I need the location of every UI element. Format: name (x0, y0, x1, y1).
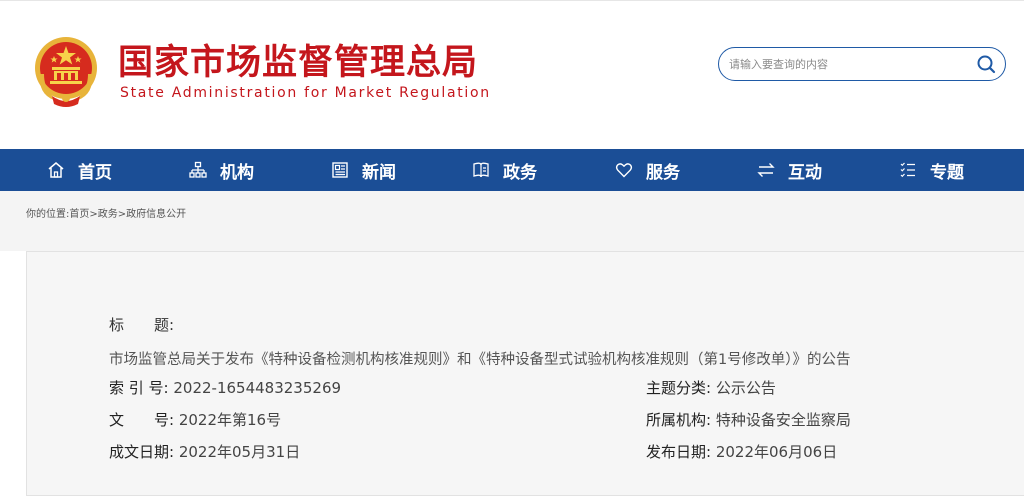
doc-no-label: 文 号: (109, 411, 175, 429)
agency-value: 特种设备安全监察局 (715, 411, 851, 429)
document-info-panel: 标 题: 市场监管总局关于发布《特种设备检测机构核准规则》和《特种设备型式试验机… (26, 251, 1024, 496)
home-icon (46, 160, 66, 180)
breadcrumb-link-gov-affairs[interactable]: 政务 (98, 209, 118, 220)
nav-item-label: 首页 (78, 162, 112, 183)
breadcrumb-link-gov-info[interactable]: 政府信息公开 (126, 209, 186, 220)
site-header: 国家市场监督管理总局 State Administration for Mark… (0, 0, 1024, 150)
nav-item-service[interactable]: 服务 (614, 149, 680, 191)
breadcrumb: 你的位置:首页>政务>政府信息公开 (26, 205, 186, 220)
main-nav: 首页 机构 新闻 政务 服务 互动 专题 (0, 149, 1024, 191)
breadcrumb-link-home[interactable]: 首页 (69, 209, 89, 220)
search-box (718, 47, 1006, 81)
doc-no-value: 2022年第16号 (178, 411, 282, 429)
search-input[interactable] (729, 54, 969, 74)
nav-item-org[interactable]: 机构 (188, 149, 254, 191)
national-emblem-icon[interactable] (30, 34, 102, 108)
published-date-label: 发布日期: (646, 443, 712, 461)
nav-item-label: 互动 (788, 162, 822, 183)
title-label: 标 题: (109, 316, 175, 334)
published-date-row: 发布日期: 2022年06月06日 (646, 442, 837, 462)
heart-icon (614, 160, 634, 180)
index-label: 索 引 号: (109, 379, 169, 397)
index-row: 索 引 号: 2022-1654483235269 (109, 378, 341, 398)
nav-item-label: 新闻 (362, 162, 396, 183)
nav-item-gov-affairs[interactable]: 政务 (471, 149, 537, 191)
document-title: 市场监管总局关于发布《特种设备检测机构核准规则》和《特种设备型式试验机构核准规则… (109, 352, 851, 368)
category-label: 主题分类: (646, 379, 712, 397)
book-icon (471, 160, 491, 180)
exchange-icon (756, 160, 776, 180)
nav-item-news[interactable]: 新闻 (330, 149, 396, 191)
created-date-label: 成文日期: (109, 443, 175, 461)
site-subtitle-en: State Administration for Market Regulati… (120, 85, 491, 101)
breadcrumb-separator: > (117, 209, 127, 220)
agency-row: 所属机构: 特种设备安全监察局 (646, 410, 851, 430)
breadcrumb-separator: > (89, 209, 98, 220)
site-title[interactable]: 国家市场监督管理总局 (118, 41, 478, 85)
newspaper-icon (330, 160, 350, 180)
nav-item-home[interactable]: 首页 (46, 149, 112, 191)
index-value: 2022-1654483235269 (173, 379, 342, 397)
created-date-value: 2022年05月31日 (178, 443, 301, 461)
nav-item-interaction[interactable]: 互动 (756, 149, 822, 191)
breadcrumb-prefix: 你的位置: (26, 209, 70, 220)
list-icon (898, 160, 918, 180)
category-value: 公示公告 (715, 379, 776, 397)
nav-item-label: 服务 (646, 162, 680, 183)
nav-item-label: 政务 (503, 162, 537, 183)
published-date-value: 2022年06月06日 (715, 443, 838, 461)
created-date-row: 成文日期: 2022年05月31日 (109, 442, 300, 462)
doc-no-row: 文 号: 2022年第16号 (109, 410, 281, 430)
category-row: 主题分类: 公示公告 (646, 378, 776, 398)
search-icon[interactable] (975, 53, 997, 75)
org-chart-icon (188, 160, 208, 180)
breadcrumb-bar: 你的位置:首页>政务>政府信息公开 (0, 191, 1024, 251)
agency-label: 所属机构: (646, 411, 712, 429)
nav-item-topics[interactable]: 专题 (898, 149, 964, 191)
nav-item-label: 机构 (220, 162, 254, 183)
nav-item-label: 专题 (930, 162, 964, 183)
